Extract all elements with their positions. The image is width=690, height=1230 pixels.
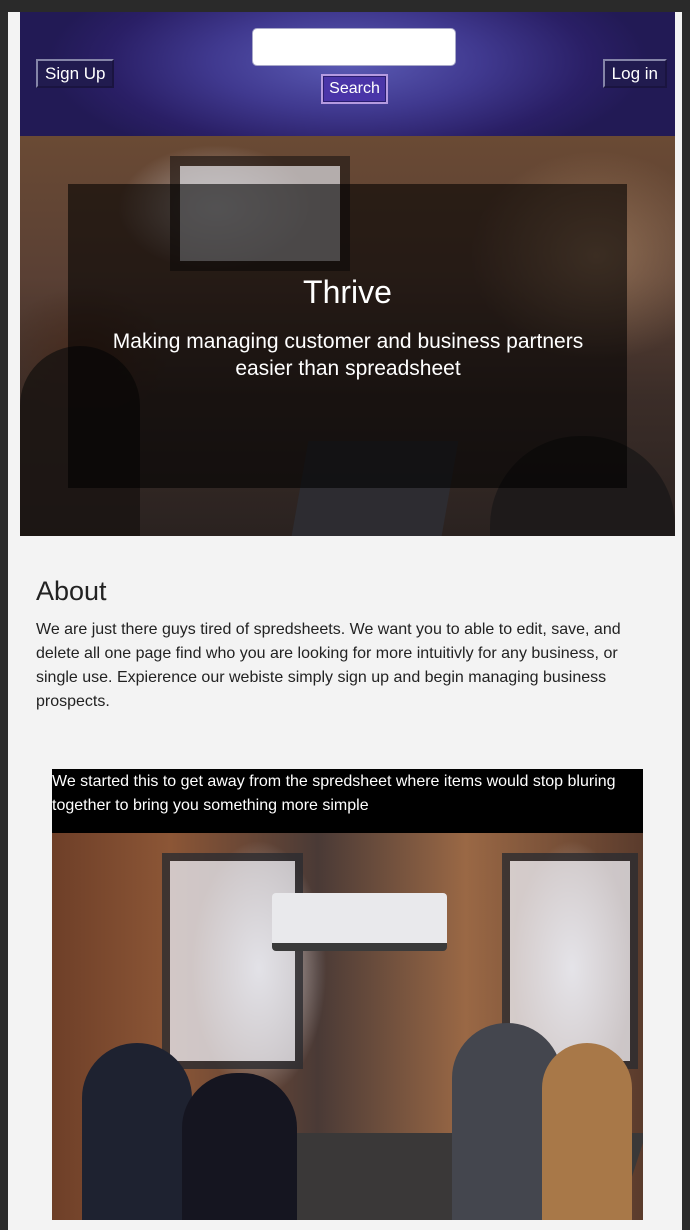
team-meeting-photo bbox=[52, 833, 643, 1220]
search-button[interactable]: Search bbox=[321, 74, 388, 104]
photo-chandelier bbox=[272, 893, 447, 951]
hero-banner: Thrive Making managing customer and busi… bbox=[20, 136, 675, 536]
about-text: We are just there guys tired of spredshe… bbox=[36, 621, 621, 710]
window-top-bar bbox=[0, 0, 690, 12]
hero-subtitle: Making managing customer and business pa… bbox=[112, 330, 584, 380]
photo-person bbox=[182, 1073, 297, 1220]
feature-caption-box: We started this to get away from the spr… bbox=[52, 769, 643, 833]
feature-caption: We started this to get away from the spr… bbox=[52, 773, 616, 814]
photo-window bbox=[162, 853, 303, 1069]
hero-title: Thrive bbox=[303, 274, 392, 310]
about-heading: About bbox=[36, 576, 107, 606]
search-input[interactable] bbox=[252, 28, 456, 66]
site-header: Sign Up Search Log in bbox=[20, 12, 675, 136]
photo-person bbox=[82, 1043, 192, 1220]
log-in-button[interactable]: Log in bbox=[602, 59, 667, 88]
sign-up-button[interactable]: Sign Up bbox=[36, 59, 115, 88]
page: Sign Up Search Log in Thrive Making mana… bbox=[8, 12, 682, 1230]
photo-person bbox=[542, 1043, 632, 1220]
